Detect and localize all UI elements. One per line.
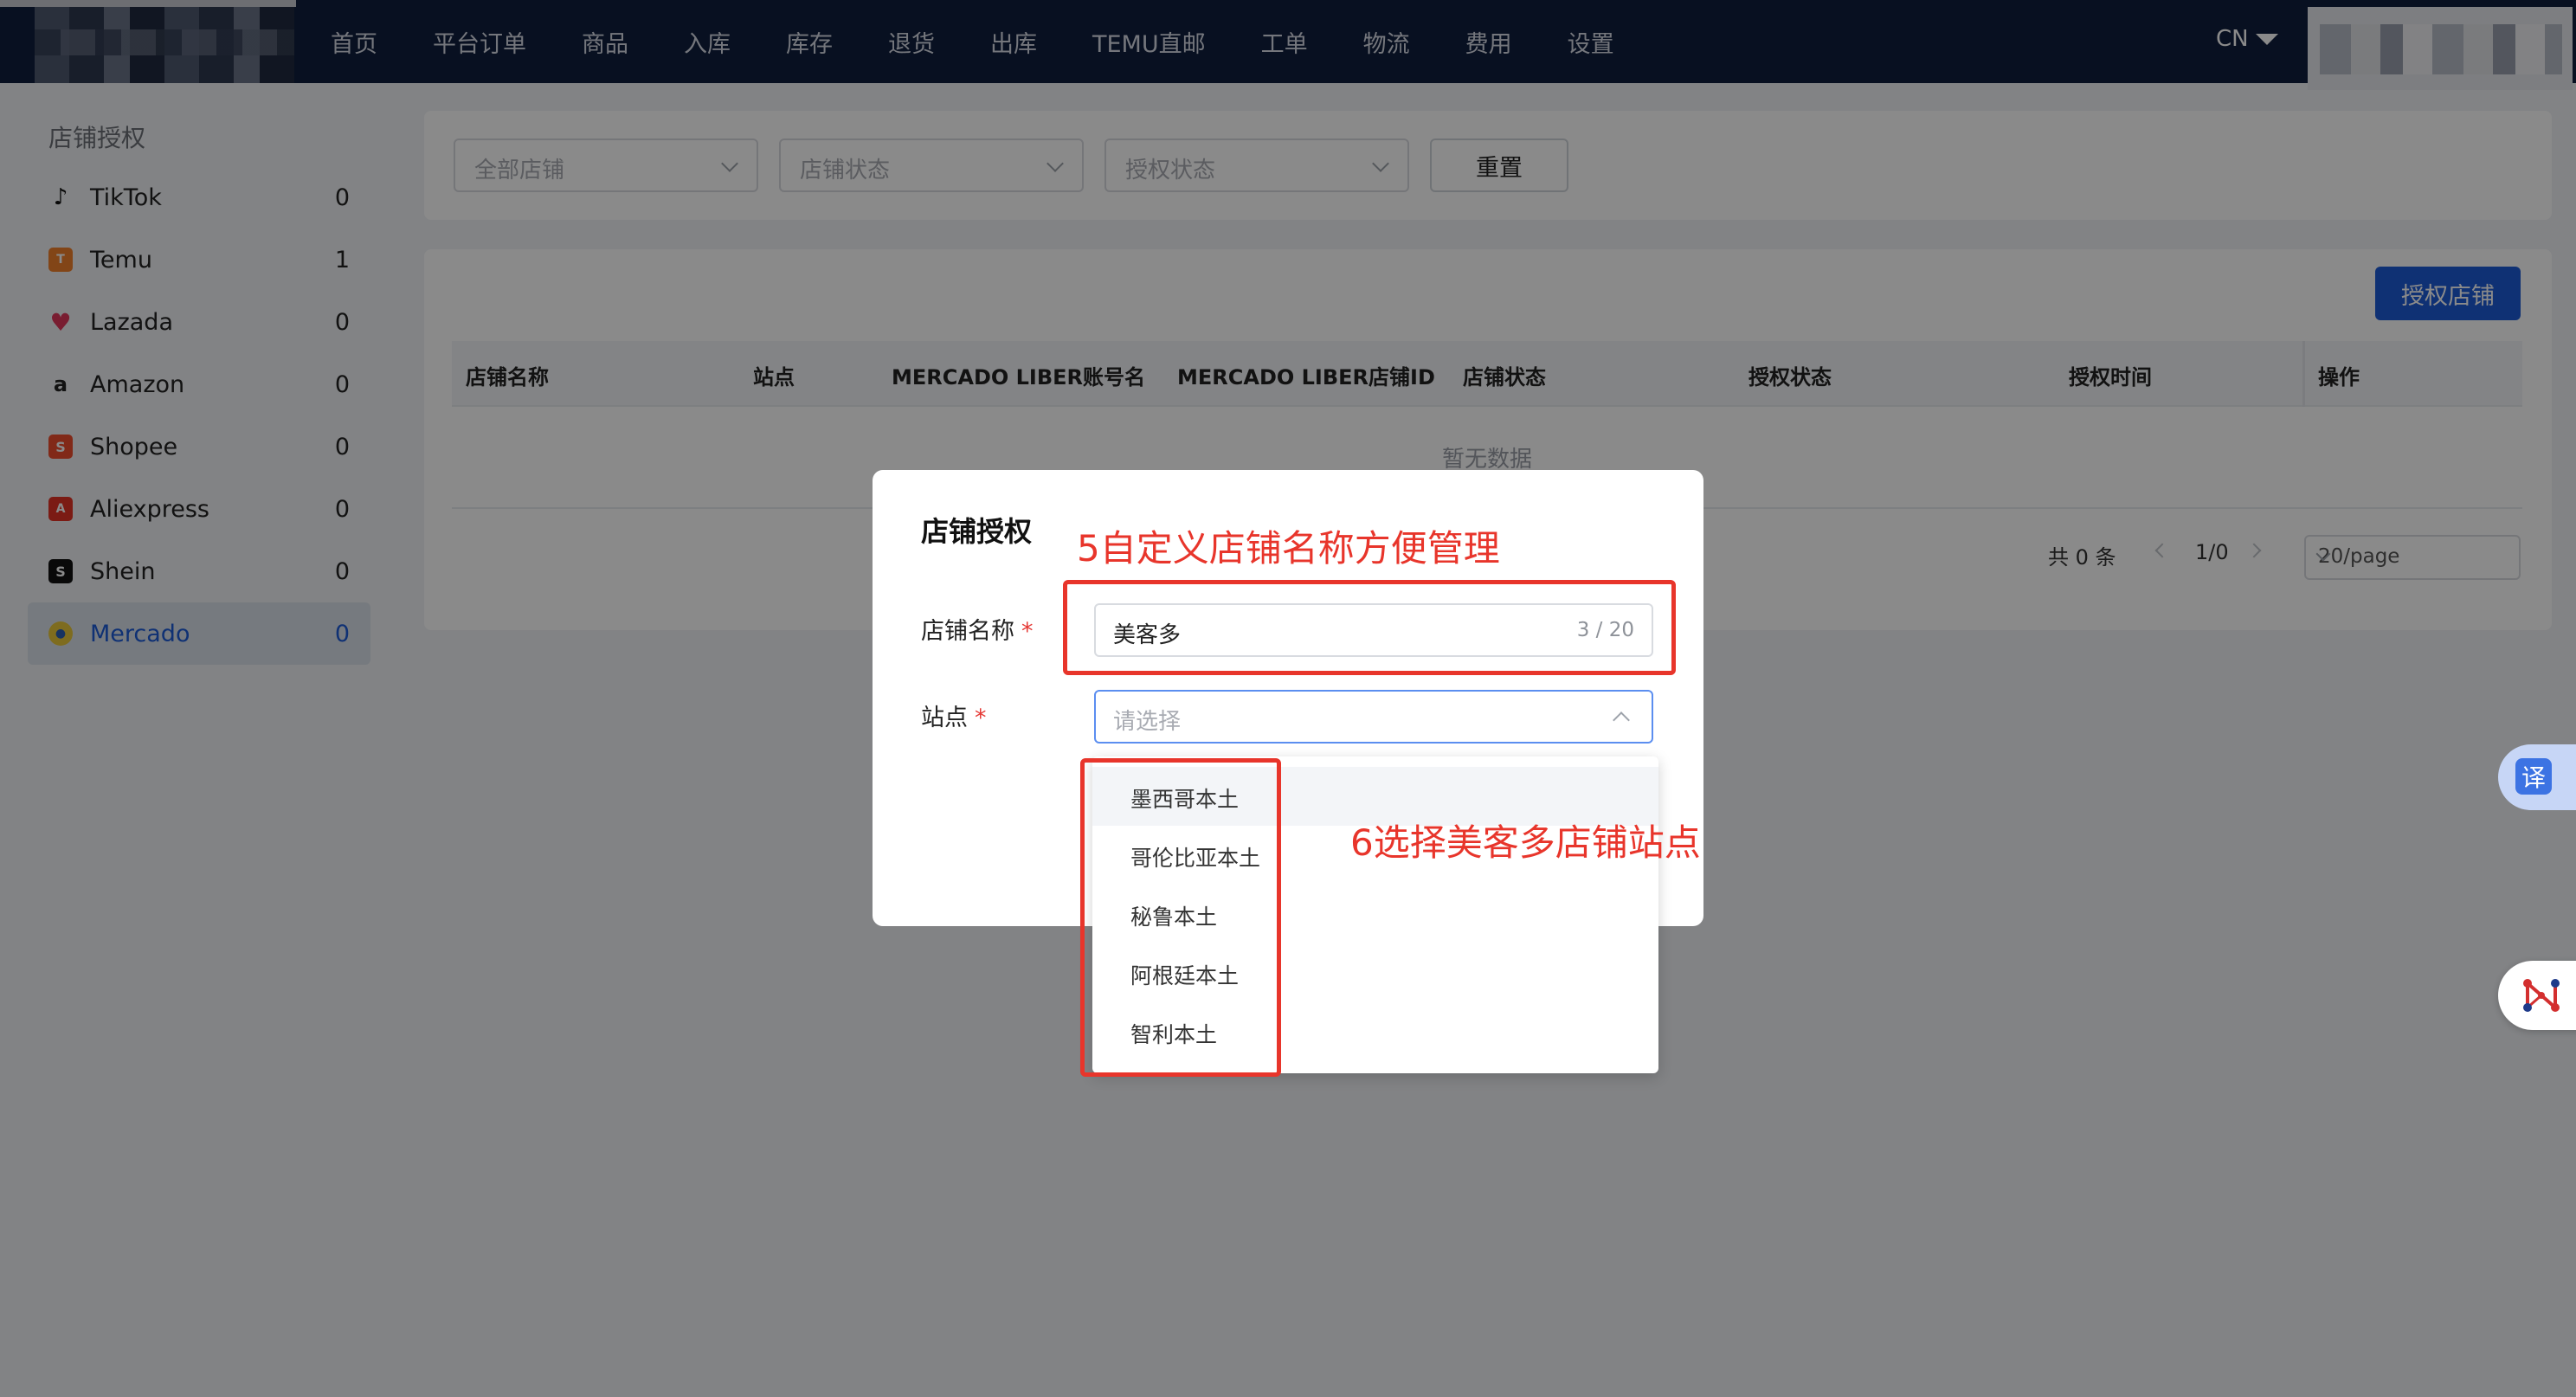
translate-widget[interactable]: 译 — [2498, 744, 2576, 810]
site-placeholder: 请选择 — [1113, 709, 1182, 735]
assistant-widget[interactable] — [2498, 961, 2576, 1030]
shop-name-label-text: 店铺名称 — [921, 618, 1014, 645]
chevron-up-icon — [1613, 711, 1630, 729]
required-mark: * — [1021, 618, 1034, 645]
site-label-text: 站点 — [921, 705, 968, 731]
annotation-step6: 6选择美客多店铺站点 — [1350, 821, 1701, 864]
annotation-step5: 5自定义店铺名称方便管理 — [1077, 527, 1500, 570]
network-icon — [2523, 979, 2560, 1012]
site-select[interactable]: 请选择 — [1094, 690, 1653, 744]
shop-name-label: 店铺名称 * — [921, 612, 1034, 646]
modal-title: 店铺授权 — [921, 515, 1033, 548]
translate-icon: 译 — [2515, 758, 2552, 795]
required-mark: * — [975, 705, 987, 731]
site-label: 站点 * — [921, 698, 987, 732]
annotation-box-shop-name — [1063, 580, 1676, 675]
annotation-box-site-options — [1080, 758, 1281, 1077]
